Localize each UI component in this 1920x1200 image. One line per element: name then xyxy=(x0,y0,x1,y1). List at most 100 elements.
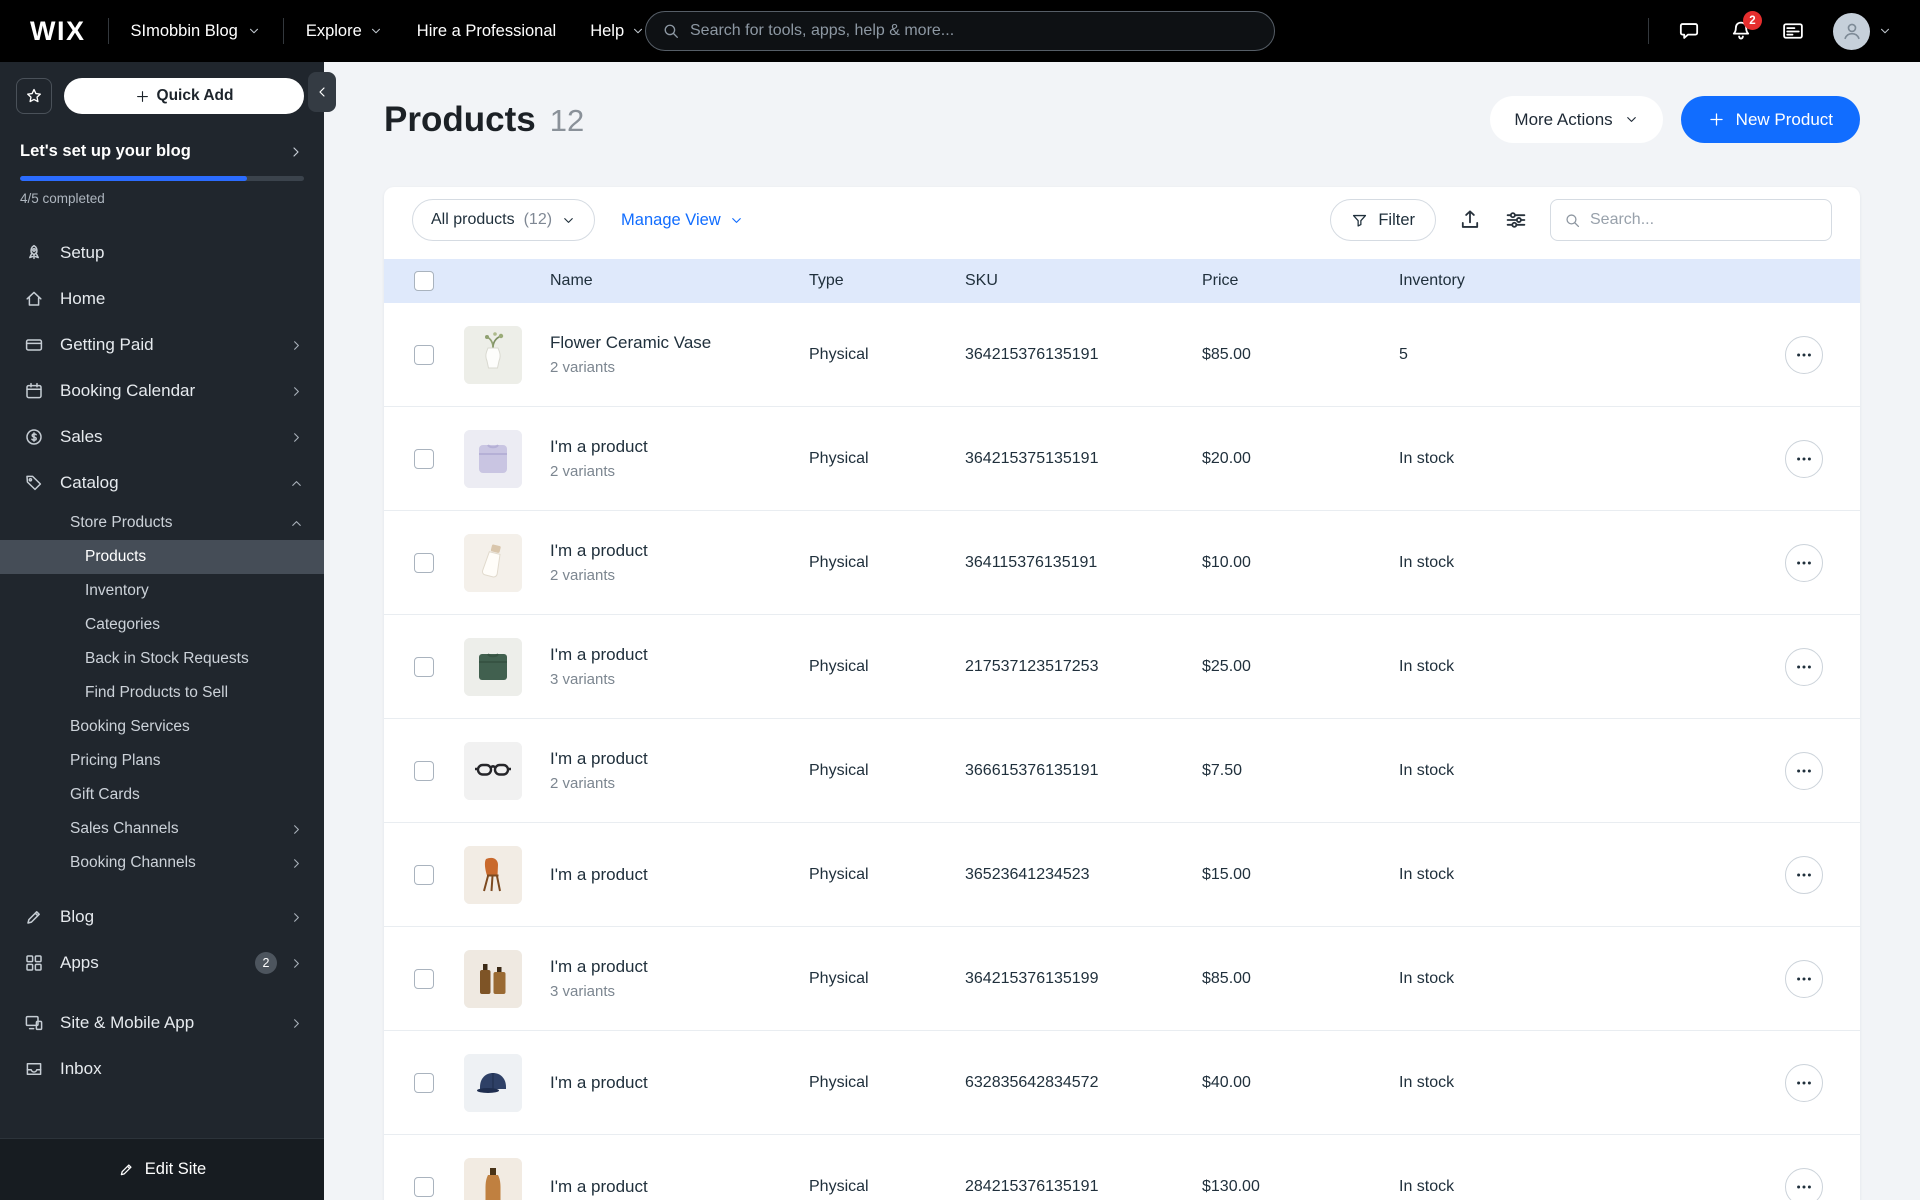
product-name[interactable]: I'm a product xyxy=(550,541,809,561)
global-search[interactable] xyxy=(645,11,1275,51)
global-search-input[interactable] xyxy=(690,22,1258,40)
row-checkbox[interactable] xyxy=(414,1072,434,1093)
chevron-down-icon xyxy=(729,213,744,228)
product-type: Physical xyxy=(809,449,869,467)
topbar-nav-explore[interactable]: Explore xyxy=(306,22,383,41)
product-name[interactable]: Flower Ceramic Vase xyxy=(550,333,809,353)
column-header-price[interactable]: Price xyxy=(1202,272,1399,290)
site-selector[interactable]: SImobbin Blog xyxy=(109,0,283,62)
sidebar-item-back-in-stock-requests[interactable]: Back in Stock Requests xyxy=(0,642,324,676)
sidebar-item-booking-channels[interactable]: Booking Channels xyxy=(0,846,324,880)
product-name[interactable]: I'm a product xyxy=(550,957,809,977)
sidebar-item-gift-cards[interactable]: Gift Cards xyxy=(0,778,324,812)
product-name[interactable]: I'm a product xyxy=(550,437,809,457)
setup-checklist-card[interactable]: Let's set up your blog 4/5 completed xyxy=(0,114,324,206)
sidebar-item-inbox[interactable]: Inbox xyxy=(0,1046,324,1092)
sidebar-item-home[interactable]: Home xyxy=(0,276,324,322)
sidebar-item-inventory[interactable]: Inventory xyxy=(0,574,324,608)
sidebar-item-site-mobile-app[interactable]: Site & Mobile App xyxy=(0,1000,324,1046)
table-search[interactable] xyxy=(1550,199,1832,241)
select-all-checkbox[interactable] xyxy=(414,271,434,291)
product-inventory: In stock xyxy=(1399,1177,1455,1195)
apps-count-badge: 2 xyxy=(255,952,277,974)
row-checkbox[interactable] xyxy=(414,760,434,781)
row-checkbox[interactable] xyxy=(414,344,434,365)
product-name[interactable]: I'm a product xyxy=(550,1073,809,1093)
column-header-inventory[interactable]: Inventory xyxy=(1399,272,1748,290)
sidebar-item-sales[interactable]: Sales xyxy=(0,414,324,460)
sidebar-item-blog[interactable]: Blog xyxy=(0,894,324,940)
sidebar-item-sales-channels[interactable]: Sales Channels xyxy=(0,812,324,846)
row-actions-button[interactable] xyxy=(1785,1167,1823,1200)
sidebar-collapse-button[interactable] xyxy=(308,72,336,112)
row-checkbox[interactable] xyxy=(414,656,434,677)
table-search-input[interactable] xyxy=(1590,211,1818,229)
sidebar-item-find-products-to-sell[interactable]: Find Products to Sell xyxy=(0,676,324,710)
chat-button[interactable] xyxy=(1677,19,1701,43)
manage-view-button[interactable]: Manage View xyxy=(621,211,744,230)
export-button[interactable] xyxy=(1458,208,1482,232)
sidebar-item-pricing-plans[interactable]: Pricing Plans xyxy=(0,744,324,778)
product-name[interactable]: I'm a product xyxy=(550,1177,809,1197)
table-settings-button[interactable] xyxy=(1504,208,1528,232)
sidebar-item-setup[interactable]: Setup xyxy=(0,230,324,276)
row-actions-button[interactable] xyxy=(1785,1063,1823,1102)
row-actions-button[interactable] xyxy=(1785,543,1823,582)
product-variants: 2 variants xyxy=(550,463,616,480)
export-icon xyxy=(1458,208,1482,232)
chevron-down-icon xyxy=(369,24,383,38)
product-sku: 632835642834572 xyxy=(965,1073,1099,1091)
sidebar-item-catalog[interactable]: Catalog xyxy=(0,460,324,506)
product-name[interactable]: I'm a product xyxy=(550,749,809,769)
sidebar-item-categories[interactable]: Categories xyxy=(0,608,324,642)
row-checkbox[interactable] xyxy=(414,1176,434,1197)
vase-thumbnail xyxy=(464,325,522,384)
product-sku: 284215376135191 xyxy=(965,1177,1099,1195)
sidebar-item-booking-calendar[interactable]: Booking Calendar xyxy=(0,368,324,414)
row-checkbox[interactable] xyxy=(414,968,434,989)
row-actions-button[interactable] xyxy=(1785,335,1823,374)
row-actions-button[interactable] xyxy=(1785,959,1823,998)
topbar-nav-help[interactable]: Help xyxy=(590,22,645,41)
view-filter-dropdown[interactable]: All products (12) xyxy=(412,199,596,241)
updates-button[interactable] xyxy=(1781,19,1805,43)
ellipsis-icon xyxy=(1794,553,1814,573)
filter-button[interactable]: Filter xyxy=(1330,199,1436,241)
blog-icon xyxy=(24,907,44,927)
row-checkbox[interactable] xyxy=(414,448,434,469)
product-name[interactable]: I'm a product xyxy=(550,865,809,885)
sidebar-item-products[interactable]: Products xyxy=(0,540,324,574)
column-header-name[interactable]: Name xyxy=(550,272,809,290)
row-checkbox[interactable] xyxy=(414,864,434,885)
product-type: Physical xyxy=(809,865,869,883)
account-menu[interactable] xyxy=(1833,12,1892,50)
row-actions-button[interactable] xyxy=(1785,751,1823,790)
notifications-button[interactable]: 2 xyxy=(1729,11,1762,43)
quick-add-button[interactable]: Quick Add xyxy=(64,78,304,114)
sidebar-item-store-products[interactable]: Store Products xyxy=(0,506,324,540)
table-row: I'm a product 3 variants Physical 217537… xyxy=(384,615,1860,719)
bottle-thumbnail xyxy=(464,1157,522,1200)
chair-thumbnail xyxy=(464,845,522,904)
bottles-thumbnail xyxy=(464,949,522,1008)
topbar-nav-hire-a-professional[interactable]: Hire a Professional xyxy=(417,22,556,41)
favorites-button[interactable] xyxy=(16,78,52,114)
sliders-icon xyxy=(1504,208,1528,232)
sidebar-item-apps[interactable]: Apps 2 xyxy=(0,940,324,986)
wix-logo[interactable]: WIX xyxy=(30,16,86,47)
row-actions-button[interactable] xyxy=(1785,855,1823,894)
product-name[interactable]: I'm a product xyxy=(550,645,809,665)
new-product-button[interactable]: New Product xyxy=(1680,96,1860,143)
row-actions-button[interactable] xyxy=(1785,439,1823,478)
column-header-sku[interactable]: SKU xyxy=(965,272,1202,290)
table-body: Flower Ceramic Vase 2 variants Physical … xyxy=(384,303,1860,1200)
topbar-actions: 2 xyxy=(1648,11,1892,50)
column-header-type[interactable]: Type xyxy=(809,272,965,290)
row-checkbox[interactable] xyxy=(414,552,434,573)
more-actions-button[interactable]: More Actions xyxy=(1490,96,1663,143)
sidebar-quick-actions: Quick Add xyxy=(0,62,324,114)
row-actions-button[interactable] xyxy=(1785,647,1823,686)
sidebar-item-booking-services[interactable]: Booking Services xyxy=(0,710,324,744)
sidebar-item-getting-paid[interactable]: Getting Paid xyxy=(0,322,324,368)
edit-site-button[interactable]: Edit Site xyxy=(0,1138,324,1200)
